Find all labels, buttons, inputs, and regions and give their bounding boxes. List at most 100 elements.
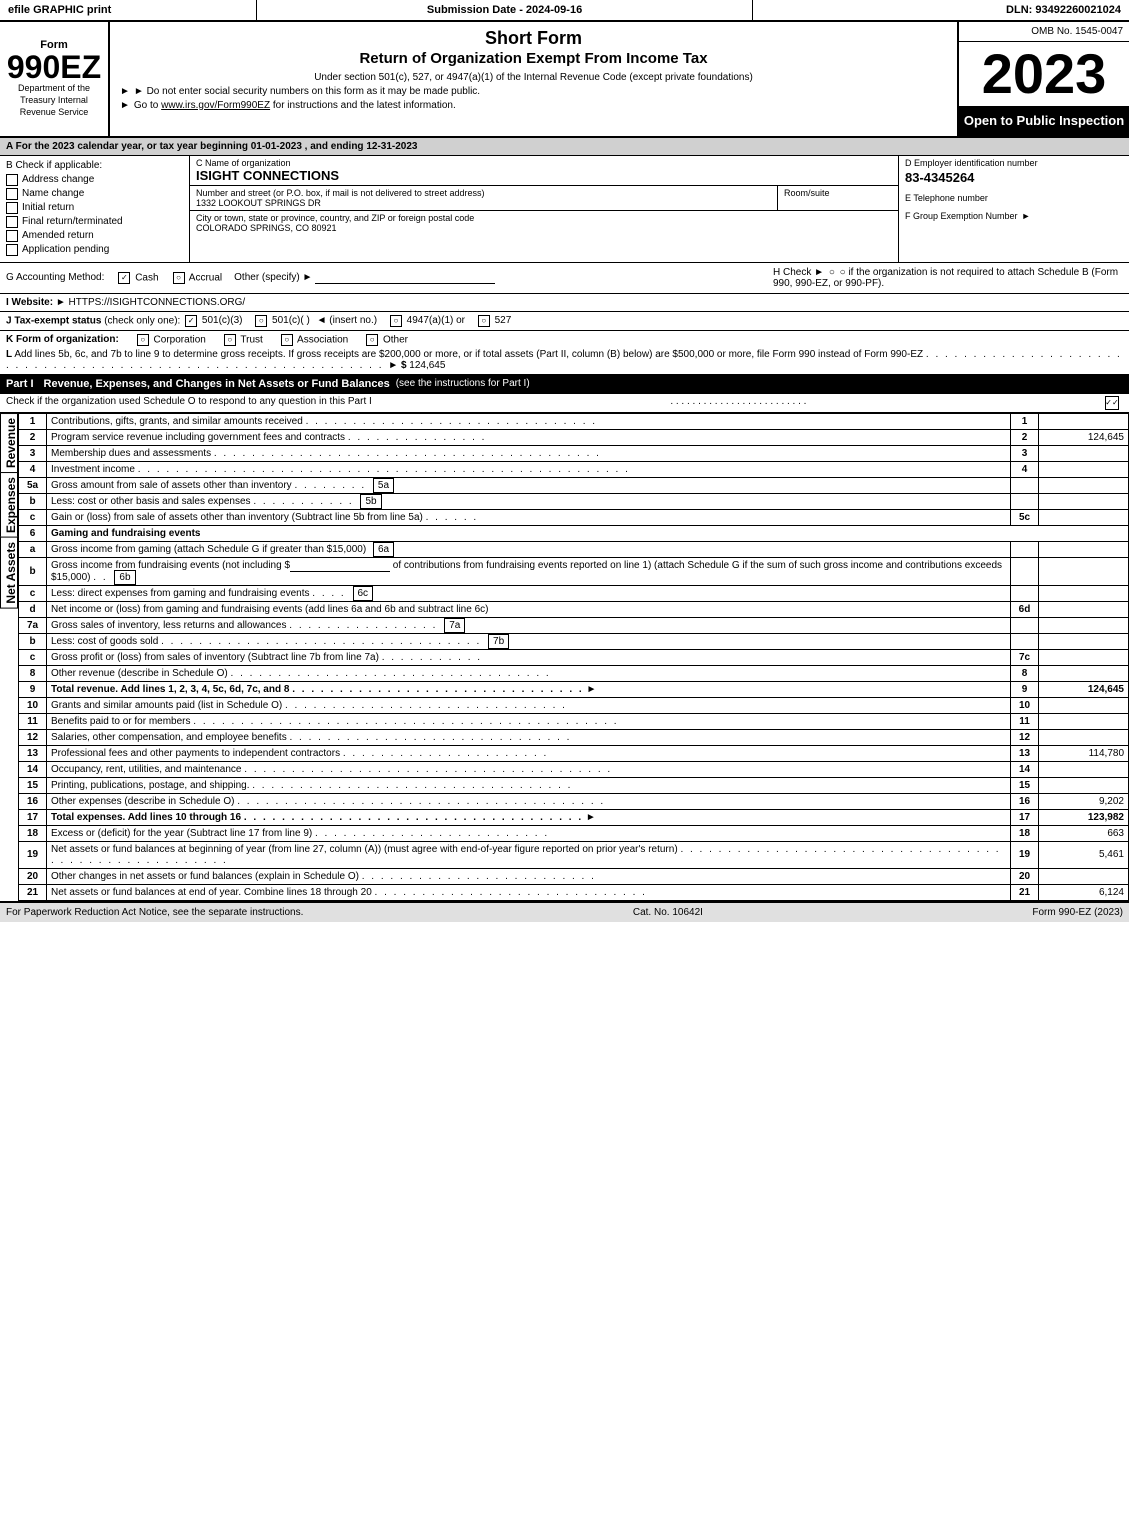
k-other: ○ Other (364, 334, 408, 346)
row13-desc: Professional fees and other payments to … (47, 745, 1011, 761)
initial-return-checkbox[interactable] (6, 202, 18, 214)
amended-return-checkbox[interactable] (6, 230, 18, 242)
row6b-desc: Gross income from fundraising events (no… (47, 557, 1011, 585)
row5a-desc: Gross amount from sale of assets other t… (47, 477, 1011, 493)
tax-4947-option: ○ 4947(a)(1) or (388, 315, 468, 326)
other-option: Other (specify) ► (234, 272, 495, 284)
tax-501c-checkbox[interactable]: ○ (255, 315, 267, 327)
l-arrow: ► $ (388, 360, 409, 371)
k-assoc-checkbox[interactable]: ○ (281, 334, 293, 346)
revenue-row-5b: b Less: cost or other basis and sales ex… (19, 493, 1129, 509)
row18-colnum: 18 (1011, 825, 1039, 841)
k-trust: ○ Trust (222, 334, 263, 346)
part1-title: Revenue, Expenses, and Changes in Net As… (44, 378, 390, 390)
omb-box: OMB No. 1545-0047 (959, 22, 1129, 42)
k-label: K Form of organization: (6, 334, 119, 345)
accrual-option: ○ Accrual (171, 272, 223, 284)
row18-desc: Excess or (deficit) for the year (Subtra… (47, 825, 1011, 841)
accounting-left: G Accounting Method: Cash ○ Accrual Othe… (6, 272, 773, 284)
row7c-desc: Gross profit or (loss) from sales of inv… (47, 649, 1011, 665)
room-label: Room/suite (784, 188, 892, 198)
row13-amount: 114,780 (1039, 745, 1129, 761)
row9-colnum: 9 (1011, 681, 1039, 697)
row6-desc: Gaming and fundraising events (47, 525, 1129, 541)
open-to-public-box: Open to Public Inspection (959, 107, 1129, 136)
h-circle-icon: ○ (829, 267, 835, 278)
row7a-desc: Gross sales of inventory, less returns a… (47, 617, 1011, 633)
arrow-icon: ► (120, 86, 130, 97)
part1-check-row: Check if the organization used Schedule … (0, 394, 1129, 413)
row8-amount (1039, 665, 1129, 681)
row5b-num: b (19, 493, 47, 509)
ein-value: 83-4345264 (905, 170, 1123, 185)
app-pending-checkbox[interactable] (6, 244, 18, 256)
row21-colnum: 21 (1011, 884, 1039, 900)
final-return-checkbox[interactable] (6, 216, 18, 228)
side-labels: Revenue Expenses Net Assets (0, 413, 18, 901)
expenses-row-12: 12 Salaries, other compensation, and emp… (19, 729, 1129, 745)
website-section: I Website: ► HTTPS://ISIGHTCONNECTIONS.O… (0, 294, 1129, 312)
address-value: 1332 LOOKOUT SPRINGS DR (196, 198, 771, 208)
revenue-row-4: 4 Investment income . . . . . . . . . . … (19, 461, 1129, 477)
row5c-num: c (19, 509, 47, 525)
row11-num: 11 (19, 713, 47, 729)
row15-num: 15 (19, 777, 47, 793)
revenue-row-1: 1 Contributions, gifts, grants, and simi… (19, 413, 1129, 429)
row7a-colnum (1011, 617, 1039, 633)
title-note2: ► ► Do not enter social security numbers… (120, 86, 947, 97)
check-amended-return: Amended return (6, 230, 183, 242)
revenue-row-7a: 7a Gross sales of inventory, less return… (19, 617, 1129, 633)
row14-colnum: 14 (1011, 761, 1039, 777)
row16-desc: Other expenses (describe in Schedule O) … (47, 793, 1011, 809)
l-amount: 124,645 (409, 360, 445, 371)
arrow-icon2: ► (120, 100, 130, 111)
k-other-checkbox[interactable]: ○ (366, 334, 378, 346)
part1-checkbox[interactable]: ✓ (1105, 396, 1119, 410)
short-form-title: Short Form (120, 28, 947, 50)
row9-num: 9 (19, 681, 47, 697)
efile-label: efile GRAPHIC print (0, 0, 257, 20)
row6c-amount (1039, 585, 1129, 601)
row4-num: 4 (19, 461, 47, 477)
row6c-desc: Less: direct expenses from gaming and fu… (47, 585, 1011, 601)
form-number: 990EZ (7, 51, 101, 83)
initial-return-label: Initial return (22, 202, 74, 213)
h-text: ○ if the organization is not required to… (773, 267, 1118, 289)
row15-amount (1039, 777, 1129, 793)
row5b-desc: Less: cost or other basis and sales expe… (47, 493, 1011, 509)
room-box: Room/suite (778, 186, 898, 210)
row6a-colnum (1011, 541, 1039, 557)
row13-num: 13 (19, 745, 47, 761)
k-trust-checkbox[interactable]: ○ (224, 334, 236, 346)
part1-note: (see the instructions for Part I) (396, 378, 530, 390)
k-corp-checkbox[interactable]: ○ (137, 334, 149, 346)
city-label: City or town, state or province, country… (196, 213, 892, 223)
tax-501c3-checkbox[interactable] (185, 315, 197, 327)
row5a-num: 5a (19, 477, 47, 493)
row2-desc: Program service revenue including govern… (47, 429, 1011, 445)
tax-527-checkbox[interactable]: ○ (478, 315, 490, 327)
tax-4947-checkbox[interactable]: ○ (390, 315, 402, 327)
net-assets-side-label: Net Assets (0, 537, 18, 609)
title-section: Form 990EZ Department of the Treasury In… (0, 22, 1129, 138)
accrual-checkbox[interactable]: ○ (173, 272, 185, 284)
expenses-row-13: 13 Professional fees and other payments … (19, 745, 1129, 761)
row6b-amount (1039, 557, 1129, 585)
row7b-num: b (19, 633, 47, 649)
address-change-label: Address change (22, 174, 94, 185)
row2-num: 2 (19, 429, 47, 445)
return-title: Return of Organization Exempt From Incom… (120, 50, 947, 68)
footer-right: Form 990-EZ (2023) (1032, 907, 1123, 918)
row7c-amount (1039, 649, 1129, 665)
main-table-area: Revenue Expenses Net Assets 1 Contributi… (0, 413, 1129, 901)
row10-num: 10 (19, 697, 47, 713)
address-change-checkbox[interactable] (6, 174, 18, 186)
revenue-row-5c: c Gain or (loss) from sale of assets oth… (19, 509, 1129, 525)
org-center: C Name of organization ISIGHT CONNECTION… (190, 156, 899, 262)
check-name-change: Name change (6, 188, 183, 200)
row10-desc: Grants and similar amounts paid (list in… (47, 697, 1011, 713)
row17-amount: 123,982 (1039, 809, 1129, 825)
name-change-checkbox[interactable] (6, 188, 18, 200)
cash-checkbox[interactable] (118, 272, 130, 284)
row6a-desc: Gross income from gaming (attach Schedul… (47, 541, 1011, 557)
